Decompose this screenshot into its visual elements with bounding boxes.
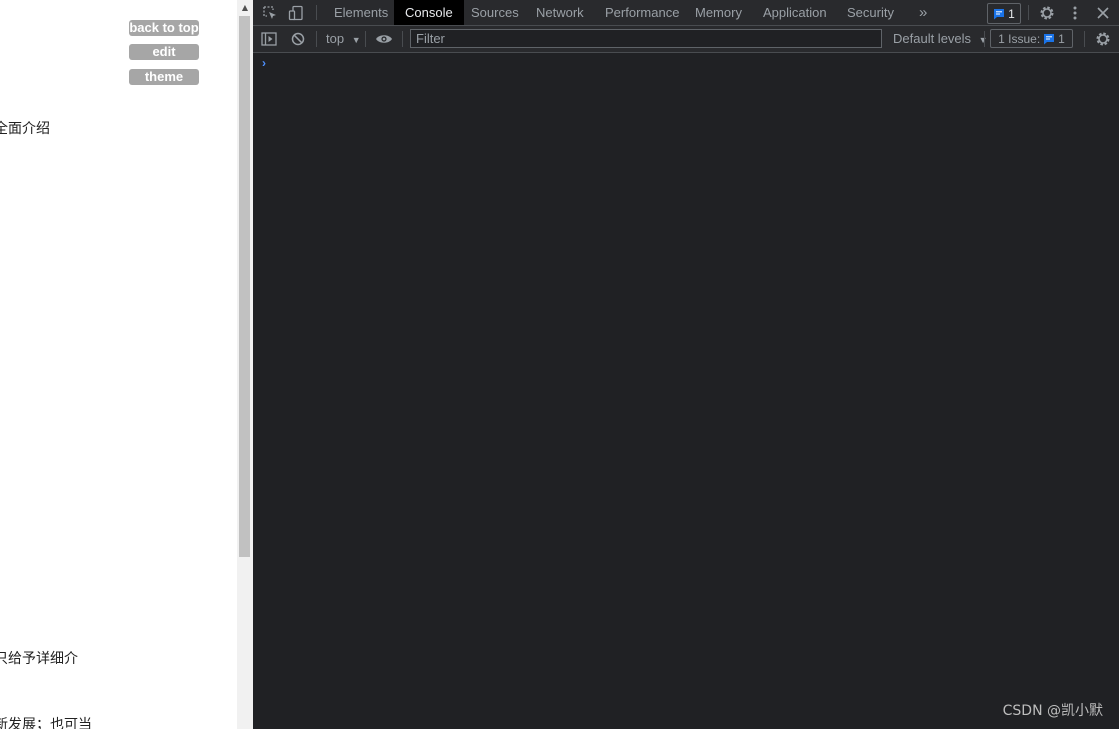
console-toolbar: top ▼ Default levels ▼ 1 Issue: 1 — [253, 26, 1119, 53]
issues-button[interactable]: 1 Issue: 1 — [990, 29, 1073, 48]
theme-button[interactable]: theme — [129, 69, 199, 85]
toolbar-divider — [984, 31, 985, 47]
web-page-pane: back to top edit theme 全面介绍 只给予详细介 新发展；也… — [0, 0, 237, 729]
settings-gear-icon[interactable] — [1037, 3, 1057, 23]
toolbar-divider — [402, 31, 403, 47]
issues-badge-count: 1 — [1008, 6, 1015, 21]
issues-button-label: 1 Issue: — [998, 31, 1041, 46]
dropdown-caret-icon: ▼ — [351, 35, 361, 45]
log-levels-label: Default levels — [893, 31, 972, 46]
issues-button-count: 1 — [1058, 31, 1065, 46]
scroll-up-arrow-icon[interactable]: ▲ — [237, 0, 253, 16]
tab-memory[interactable]: Memory — [684, 0, 753, 25]
page-scrollbar[interactable]: ▲ — [237, 0, 253, 729]
device-toolbar-icon[interactable] — [286, 3, 306, 23]
devtools-panel: Elements Console Sources Network Perform… — [253, 0, 1119, 729]
back-to-top-button[interactable]: back to top — [129, 20, 199, 36]
article-text-line: 只给予详细介 — [0, 651, 78, 667]
tab-application[interactable]: Application — [752, 0, 838, 25]
message-icon — [1044, 33, 1055, 44]
tab-performance[interactable]: Performance — [594, 0, 690, 25]
toolbar-divider — [316, 5, 317, 20]
article-text-line: 全面介绍 — [0, 121, 50, 137]
inspect-element-icon[interactable] — [260, 3, 280, 23]
tab-elements[interactable]: Elements — [323, 0, 399, 25]
console-filter-input[interactable] — [410, 29, 882, 48]
tab-sources[interactable]: Sources — [460, 0, 530, 25]
toolbar-divider — [365, 31, 366, 47]
tab-security[interactable]: Security — [836, 0, 905, 25]
toolbar-divider — [1028, 5, 1029, 20]
show-sidebar-icon[interactable] — [259, 29, 279, 49]
more-options-kebab-icon[interactable] — [1065, 3, 1085, 23]
toolbar-divider — [316, 31, 317, 47]
devtools-tabbar: Elements Console Sources Network Perform… — [253, 0, 1119, 26]
more-tabs-chevron-icon[interactable]: » — [908, 0, 938, 25]
issues-counter-badge[interactable]: 1 — [987, 3, 1021, 24]
message-icon — [994, 8, 1005, 19]
clear-console-icon[interactable] — [288, 29, 308, 49]
console-settings-gear-icon[interactable] — [1093, 29, 1113, 49]
article-text-line: 新发展；也可当 — [0, 717, 92, 729]
live-expression-eye-icon[interactable] — [374, 29, 394, 49]
scrollbar-thumb[interactable] — [239, 16, 250, 557]
close-devtools-icon[interactable] — [1093, 3, 1113, 23]
log-levels-dropdown[interactable]: Default levels ▼ — [893, 26, 988, 52]
tab-console[interactable]: Console — [394, 0, 464, 25]
csdn-watermark: CSDN @凯小默 — [1002, 703, 1103, 719]
toolbar-divider — [1084, 31, 1085, 47]
context-select-value: top — [326, 31, 345, 46]
javascript-context-select[interactable]: top ▼ — [326, 26, 361, 52]
edit-button[interactable]: edit — [129, 44, 199, 60]
console-prompt-caret[interactable]: › — [262, 56, 266, 70]
tab-network[interactable]: Network — [525, 0, 595, 25]
